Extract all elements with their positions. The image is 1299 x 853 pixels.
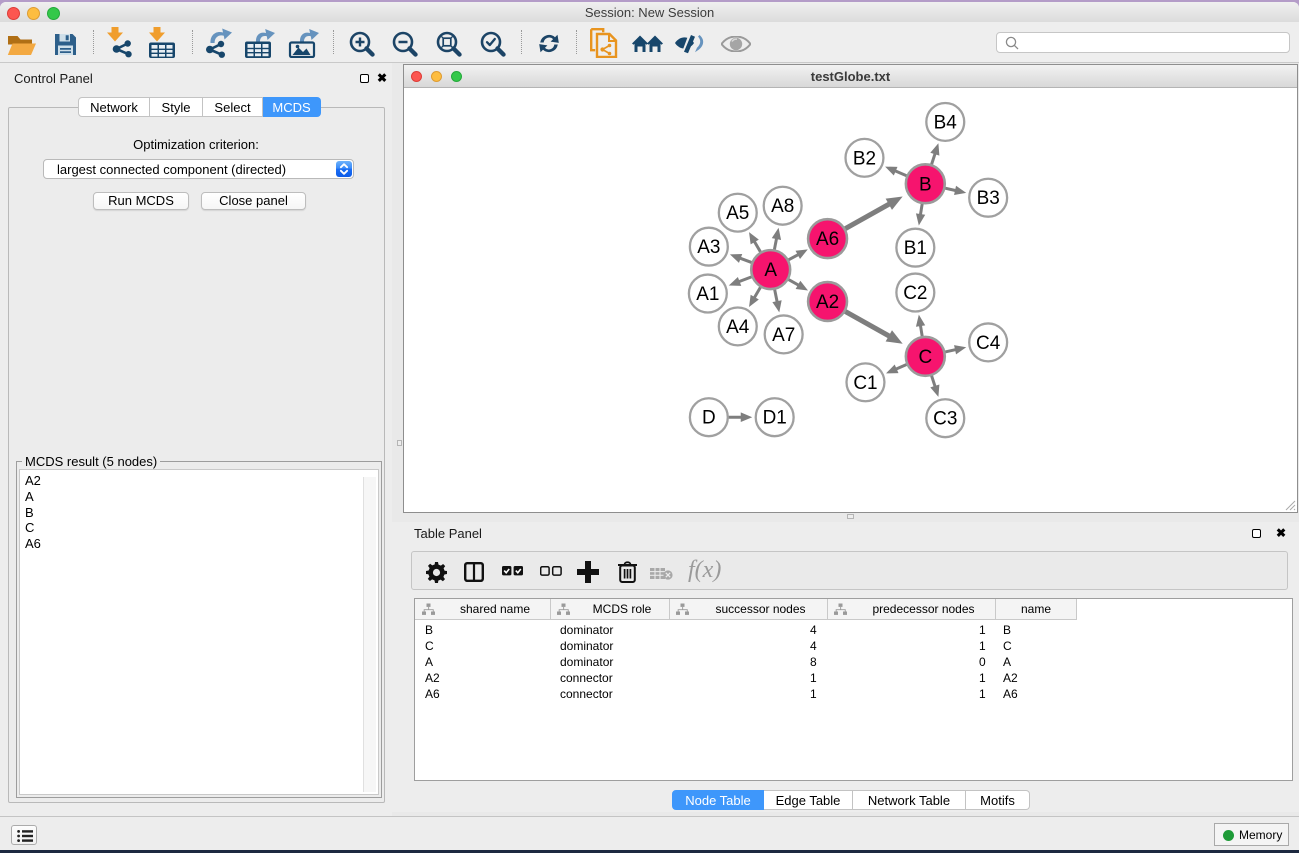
svg-text:B4: B4 xyxy=(934,112,957,133)
svg-text:C4: C4 xyxy=(976,333,1000,354)
svg-text:A5: A5 xyxy=(726,203,749,224)
svg-text:A1: A1 xyxy=(696,284,719,305)
svg-text:A6: A6 xyxy=(816,229,839,250)
svg-text:C3: C3 xyxy=(933,409,957,430)
svg-text:B3: B3 xyxy=(977,188,1000,209)
svg-text:C2: C2 xyxy=(903,283,927,304)
svg-text:B: B xyxy=(919,174,932,195)
svg-text:D: D xyxy=(702,408,716,429)
svg-text:B1: B1 xyxy=(904,238,927,259)
svg-text:A4: A4 xyxy=(726,317,749,338)
svg-text:A7: A7 xyxy=(772,325,795,346)
svg-text:A2: A2 xyxy=(816,292,839,313)
svg-text:C1: C1 xyxy=(853,373,877,394)
svg-text:A3: A3 xyxy=(697,237,720,258)
svg-text:C: C xyxy=(918,347,932,368)
svg-text:D1: D1 xyxy=(763,408,787,429)
svg-text:A: A xyxy=(764,260,777,281)
svg-text:B2: B2 xyxy=(853,148,876,169)
svg-text:A8: A8 xyxy=(771,196,794,217)
